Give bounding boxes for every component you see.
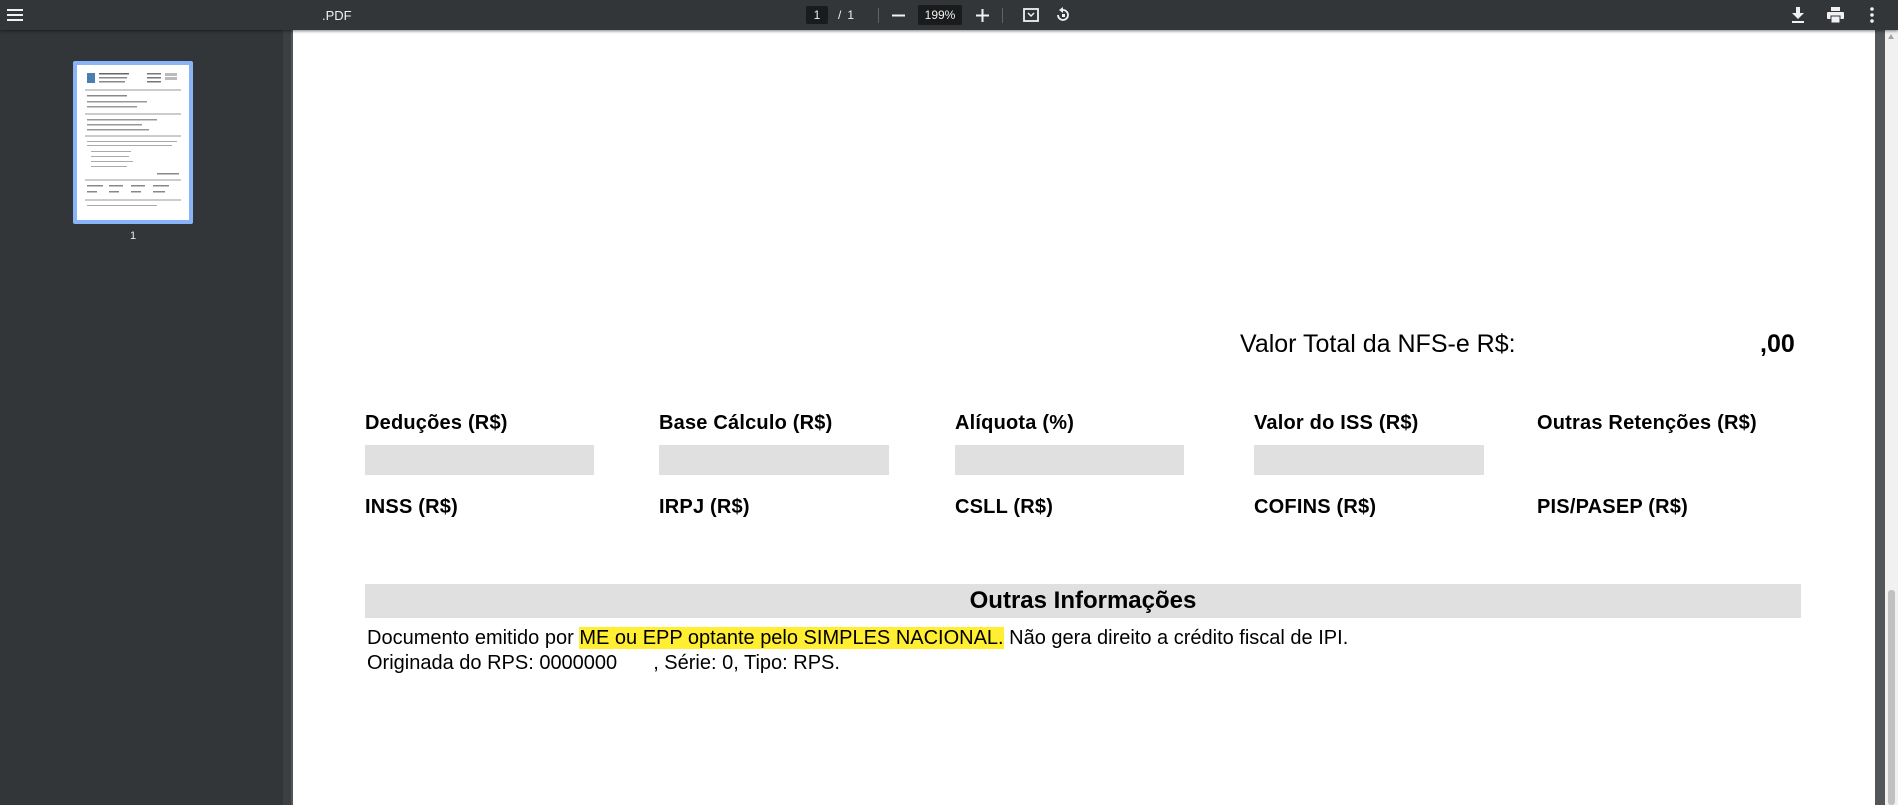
rotate-icon[interactable] [1051,0,1075,30]
toolbar-divider [1002,8,1003,23]
scroll-up-arrow-icon[interactable] [1888,34,1894,39]
other-withholdings-label: Outras Retenções (R$) [1537,412,1757,434]
download-icon[interactable] [1786,0,1810,30]
simples-nacional-highlight: ME ou EPP optante pelo SIMPLES NACIONAL. [579,627,1004,649]
thumbnail-sidebar: 1 [0,30,283,805]
tax-rate-value [955,445,1184,475]
deductions-label: Deduções (R$) [365,412,508,434]
tax-rate-label: Alíquota (%) [955,412,1075,434]
total-value: ,00 [1760,330,1795,358]
page-number-input[interactable]: 1 [806,6,828,24]
cofins-label: COFINS (R$) [1254,496,1377,518]
calculation-base-value [659,445,889,475]
pdf-page: Valor Total da NFS-e R$: ,00 Deduções (R… [293,30,1875,805]
thumbnail-page-label: 1 [129,230,137,242]
other-info-text: Documento emitido por ME ou EPP optante … [367,626,1348,676]
rps-origin: Originada do RPS: 0000000 [367,652,618,674]
toolbar-divider [878,8,879,23]
more-options-icon[interactable] [1860,0,1884,30]
menu-icon[interactable] [4,0,26,30]
page-navigation: 1 / 1 [806,0,854,30]
other-info-header: Outras Informações [365,584,1801,618]
deductions-value [365,445,594,475]
sidebar-resize-handle[interactable] [283,30,291,805]
pis-pasep-label: PIS/PASEP (R$) [1537,496,1688,518]
inss-label: INSS (R$) [365,496,458,518]
page-separator: / [838,8,842,22]
thumbnail-preview [77,65,189,220]
iss-value [1254,445,1484,475]
zoom-level-input[interactable]: 199% [918,5,962,25]
scrollbar-thumb[interactable] [1888,590,1895,805]
zoom-in-icon[interactable] [970,0,994,30]
calculation-base-label: Base Cálculo (R$) [659,412,833,434]
zoom-out-icon[interactable] [886,0,910,30]
print-icon[interactable] [1823,0,1847,30]
page-thumbnail[interactable] [73,61,193,224]
document-title: .PDF [322,7,352,23]
csll-label: CSLL (R$) [955,496,1054,518]
pdf-toolbar: .PDF 1 / 1 199% [0,0,1898,30]
irpj-label: IRPJ (R$) [659,496,750,518]
iss-value-label: Valor do ISS (R$) [1254,412,1419,434]
fit-page-icon[interactable] [1019,0,1043,30]
rps-series-type: , Série: 0, Tipo: RPS. [653,652,840,674]
page-total: 1 [847,8,855,22]
other-info-suffix: Não gera direito a crédito fiscal de IPI… [1003,627,1349,649]
other-info-line1: Documento emitido por ME ou EPP optante … [367,626,1348,651]
vertical-scrollbar[interactable] [1885,30,1898,805]
other-info-line2: Originada do RPS: 0000000 , Série: 0, Tip… [367,651,1348,676]
other-info-prefix: Documento emitido por [367,627,580,649]
total-value-label: Valor Total da NFS-e R$: [1240,330,1516,358]
